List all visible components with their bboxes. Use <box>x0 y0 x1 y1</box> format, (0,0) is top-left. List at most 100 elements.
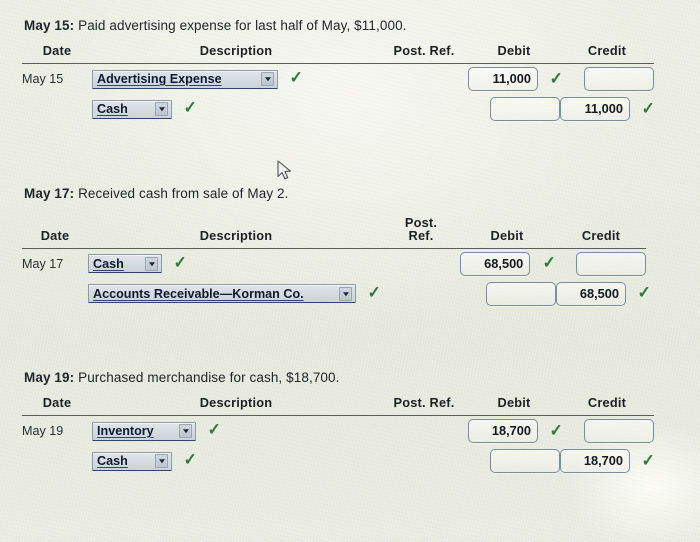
row-credit-cell <box>560 64 654 95</box>
col-header-credit: Credit <box>560 42 654 64</box>
account-select-value: Cash <box>93 256 124 271</box>
chevron-down-icon[interactable] <box>145 256 158 271</box>
row-date: May 15 <box>22 72 64 86</box>
col-header-debit: Debit <box>468 42 560 64</box>
debit-input[interactable] <box>486 281 556 306</box>
journal-entry-may-17: May 17: Received cash from sale of May 2… <box>0 186 700 309</box>
row-credit-cell: 11,000 ✓ <box>560 94 656 124</box>
row-post-ref <box>380 446 468 476</box>
row-debit-cell <box>468 446 560 476</box>
credit-input[interactable] <box>584 419 654 443</box>
row-debit-cell: 68,500 ✓ <box>458 248 556 279</box>
entry-prompt-text: Received cash from sale of May 2. <box>74 186 289 201</box>
row-post-ref <box>380 416 468 447</box>
account-select-value: Advertising Expense <box>97 72 222 86</box>
account-select-value: Accounts Receivable—Korman Co. <box>93 286 304 301</box>
journal-table-may-17: Date Description Post. Ref. Debit Credit… <box>22 215 651 309</box>
check-icon: ✓ <box>550 68 564 88</box>
row-debit-cell: 18,700 ✓ <box>468 416 564 447</box>
entry-prompt-may-15: May 15: Paid advertising expense for las… <box>24 18 700 33</box>
col-header-post-ref: Post. Ref. <box>384 215 458 249</box>
account-select-value: Inventory <box>97 424 154 438</box>
entry-prompt-may-17: May 17: Received cash from sale of May 2… <box>24 186 700 201</box>
row-credit-cell: 18,700 ✓ <box>560 446 656 476</box>
row-post-ref <box>380 64 468 95</box>
account-select[interactable]: Advertising Expense <box>92 69 278 89</box>
row-date: May 19 <box>22 424 64 438</box>
debit-input[interactable] <box>490 97 560 121</box>
table-row: Cash ✓ 18,700 ✓ <box>22 446 656 476</box>
row-date <box>22 279 88 309</box>
col-header-description: Description <box>92 42 380 64</box>
col-header-description: Description <box>88 215 384 249</box>
table-row: May 19 Inventory ✓ 18,700 ✓ <box>22 416 654 447</box>
table-row: May 15 Advertising Expense ✓ 11,000 ✓ <box>22 64 654 95</box>
account-select[interactable]: Cash <box>92 451 172 471</box>
row-post-ref <box>384 279 458 309</box>
account-select[interactable]: Accounts Receivable—Korman Co. <box>88 284 356 304</box>
row-description-cell: Cash ✓ <box>92 446 380 476</box>
row-description-cell: Accounts Receivable—Korman Co. ✓ <box>88 279 384 309</box>
table-row: Cash ✓ 11,000 ✓ <box>22 94 656 124</box>
account-select-value: Cash <box>97 102 128 116</box>
row-credit-cell: 68,500 ✓ <box>556 279 651 309</box>
row-date: May 17 <box>22 256 64 271</box>
check-icon: ✓ <box>184 98 198 118</box>
check-icon: ✓ <box>550 420 564 440</box>
check-icon: ✓ <box>290 68 304 88</box>
col-header-date: Date <box>22 215 88 249</box>
table-row: May 17 Cash ✓ 68,500 ✓ <box>22 248 646 279</box>
journal-entry-may-15: May 15: Paid advertising expense for las… <box>0 18 700 124</box>
entry-prompt-text: Paid advertising expense for last half o… <box>74 18 407 33</box>
check-icon: ✓ <box>208 420 222 440</box>
credit-input[interactable] <box>584 67 654 91</box>
entry-prompt-date: May 17: <box>24 186 75 201</box>
check-icon: ✓ <box>642 98 656 118</box>
chevron-down-icon[interactable] <box>179 424 192 438</box>
row-date <box>22 446 92 476</box>
table-header-row: Date Description Post. Ref. Debit Credit <box>22 215 646 249</box>
chevron-down-icon[interactable] <box>339 286 352 301</box>
account-select[interactable]: Cash <box>92 99 172 119</box>
check-icon: ✓ <box>542 253 556 273</box>
entry-prompt-may-19: May 19: Purchased merchandise for cash, … <box>24 370 700 385</box>
col-header-debit: Debit <box>458 215 556 249</box>
col-header-description: Description <box>92 394 380 416</box>
debit-input[interactable]: 11,000 <box>468 67 538 91</box>
check-icon: ✓ <box>368 283 382 303</box>
check-icon: ✓ <box>174 253 188 273</box>
account-select[interactable]: Inventory <box>92 421 196 441</box>
row-credit-cell <box>556 248 646 279</box>
chevron-down-icon[interactable] <box>155 102 168 116</box>
credit-input[interactable]: 11,000 <box>560 97 630 121</box>
chevron-down-icon[interactable] <box>261 72 274 86</box>
check-icon: ✓ <box>642 450 656 470</box>
debit-input[interactable] <box>490 449 560 473</box>
credit-input[interactable] <box>576 251 646 276</box>
col-header-debit: Debit <box>468 394 560 416</box>
entry-prompt-text: Purchased merchandise for cash, $18,700. <box>74 370 340 385</box>
row-debit-cell <box>468 94 560 124</box>
row-description-cell: Cash ✓ <box>92 94 380 124</box>
debit-input[interactable]: 68,500 <box>460 251 531 276</box>
check-icon: ✓ <box>638 283 652 303</box>
row-post-ref <box>380 94 468 124</box>
row-description-cell: Inventory ✓ <box>92 416 380 447</box>
row-description-cell: Advertising Expense ✓ <box>92 64 380 95</box>
col-header-post-ref: Post. Ref. <box>380 42 468 64</box>
journal-table-may-15: Date Description Post. Ref. Debit Credit… <box>22 42 656 124</box>
col-header-post-ref: Post. Ref. <box>380 394 468 416</box>
account-select[interactable]: Cash <box>88 254 162 274</box>
debit-input[interactable]: 18,700 <box>468 419 538 443</box>
row-credit-cell <box>560 416 654 447</box>
credit-input[interactable]: 18,700 <box>560 449 630 473</box>
chevron-down-icon[interactable] <box>155 454 168 468</box>
row-post-ref <box>384 248 458 279</box>
row-debit-cell <box>458 279 556 309</box>
col-header-date: Date <box>22 394 92 416</box>
table-header-row: Date Description Post. Ref. Debit Credit <box>22 42 654 64</box>
row-date <box>22 94 92 124</box>
table-row: Accounts Receivable—Korman Co. ✓ 68,500 … <box>22 279 651 309</box>
journal-entry-may-19: May 19: Purchased merchandise for cash, … <box>0 370 700 476</box>
credit-input[interactable]: 68,500 <box>556 281 626 306</box>
